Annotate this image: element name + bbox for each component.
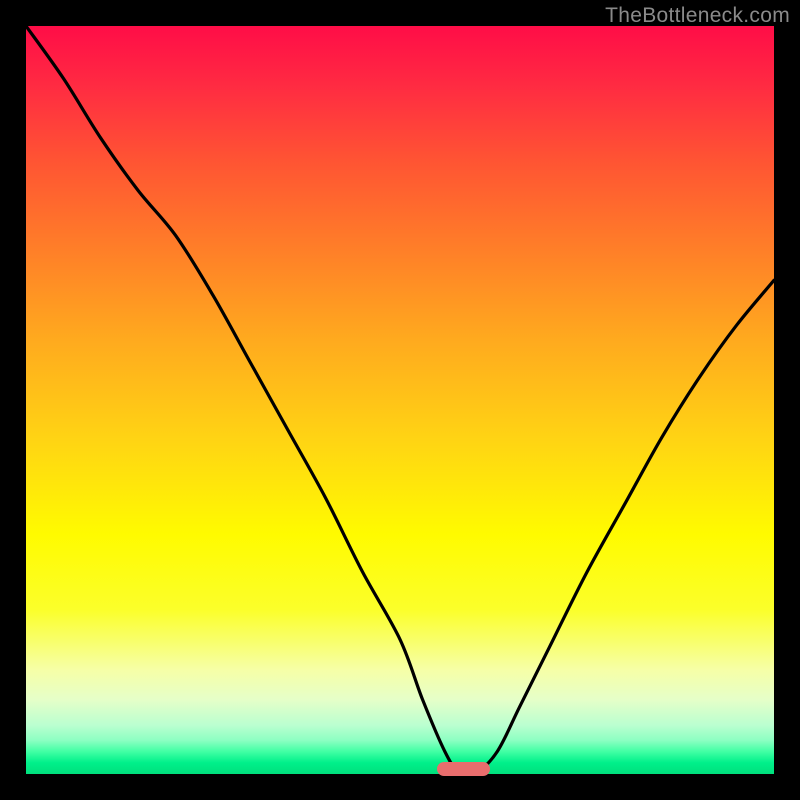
plot-area: [26, 26, 774, 774]
bottleneck-curve: [26, 26, 774, 774]
watermark-text: TheBottleneck.com: [605, 4, 790, 28]
minimum-marker: [437, 762, 489, 776]
chart-container: TheBottleneck.com: [0, 0, 800, 800]
